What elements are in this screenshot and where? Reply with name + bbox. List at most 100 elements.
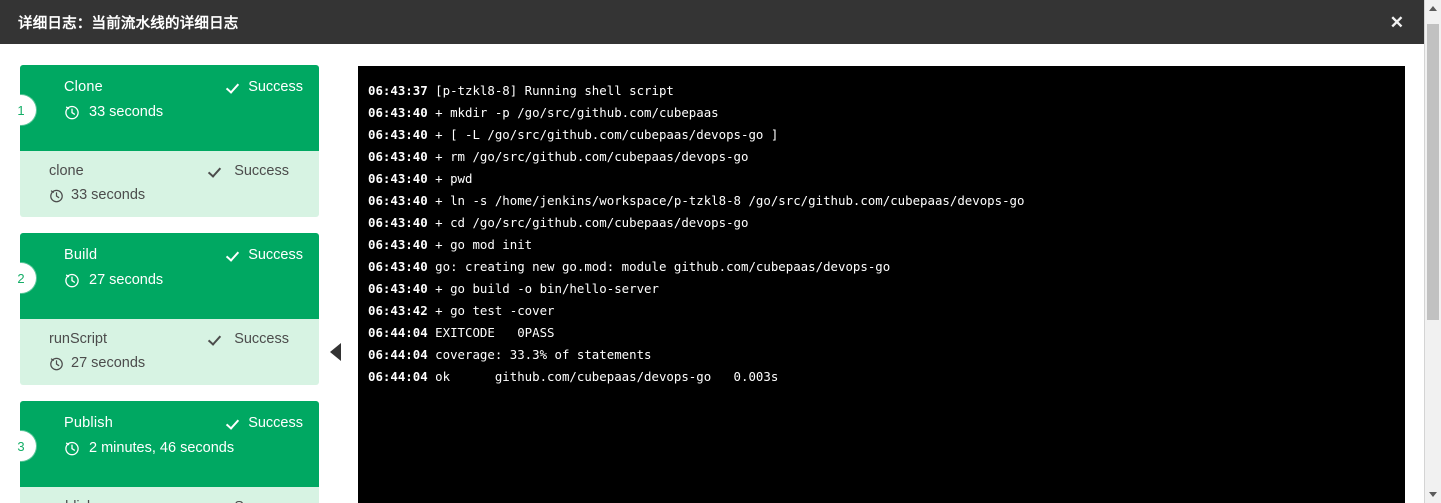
substep-status-badge: Success [210,499,303,503]
substep-top: clone Success [49,163,303,179]
stage-name: Clone [64,79,103,95]
log-line: 06:43:40 + ln -s /home/jenkins/workspace… [368,190,1405,212]
log-message: coverage: 33.3% of statements [435,347,652,362]
log-message: ok github.com/cubepaas/devops-go 0.003s [435,369,779,384]
stage-name: Build [64,247,98,263]
check-icon [228,417,241,430]
log-message: + rm /go/src/github.com/cubepaas/devops-… [435,149,749,164]
stage-status-badge: Success [228,79,303,95]
log-timestamp: 06:43:40 [368,215,428,230]
clock-icon [65,273,79,288]
stage-header-top: Build Success [36,247,303,263]
stage-duration-row: 2 minutes, 46 seconds [36,440,303,456]
scroll-up-arrow-icon[interactable] [1425,0,1441,17]
log-timestamp: 06:43:42 [368,303,428,318]
log-timestamp: 06:43:40 [368,149,428,164]
modal-body: 1 Clone Success 33 seconds clone Success 33 se… [0,44,1424,503]
log-message: [p-tzkl8-8] Running shell script [435,83,674,98]
substep-status-text: Success [234,499,289,503]
log-line: 06:43:42 + go test -cover [368,300,1405,322]
stage-card[interactable]: 2 Build Success 27 seconds runScript Success 2… [6,233,341,385]
substep-name: clone [49,163,84,179]
stage-number-badge: 3 [6,431,36,461]
log-message: EXITCODE 0PASS [435,325,555,340]
clock-icon [50,189,63,202]
stage-header[interactable]: 2 Build Success 27 seconds [6,233,319,319]
log-timestamp: 06:44:04 [368,369,428,384]
stage-status-badge: Success [228,247,303,263]
log-message: + ln -s /home/jenkins/workspace/p-tzkl8-… [435,193,1025,208]
clock-icon [50,357,63,370]
log-line: 06:43:40 + [ -L /go/src/github.com/cubep… [368,124,1405,146]
modal-header: 详细日志：当前流水线的详细日志 ✕ [0,0,1424,44]
substep-duration-text: 33 seconds [71,187,146,203]
log-message: + go test -cover [435,303,555,318]
check-icon [210,333,223,346]
left-triangle-pointer-icon [330,343,341,361]
stage-duration-text: 2 minutes, 46 seconds [89,440,235,456]
substep-status-badge: Success [210,331,303,347]
log-timestamp: 06:43:40 [368,281,428,296]
stage-status-badge: Success [228,415,303,431]
substep-name: publish [49,499,95,503]
stage-duration-row: 27 seconds [36,272,303,288]
stage-name: Publish [64,415,113,431]
clock-icon [65,441,79,456]
log-message: + go mod init [435,237,533,252]
log-timestamp: 06:44:04 [368,325,428,340]
pipeline-stage-list: 1 Clone Success 33 seconds clone Success 33 se… [6,65,341,503]
stage-duration-row: 33 seconds [36,104,303,120]
log-timestamp: 06:43:40 [368,237,428,252]
log-line: 06:43:40 + cd /go/src/github.com/cubepaa… [368,212,1405,234]
log-message: + pwd [435,171,473,186]
stage-number-badge: 2 [6,263,36,293]
scroll-down-arrow-icon[interactable] [1425,486,1441,503]
log-line: 06:44:04 EXITCODE 0PASS [368,322,1405,344]
substep-duration-row: 27 seconds [49,355,303,371]
log-line: 06:43:40 + go build -o bin/hello-server [368,278,1405,300]
stage-header[interactable]: 3 Publish Success 2 minutes, 46 seconds [6,401,319,487]
substep-row[interactable]: clone Success 33 seconds [20,151,319,217]
substep-status-text: Success [234,163,289,179]
stage-status-text: Success [248,247,303,263]
log-line: 06:43:37 [p-tzkl8-8] Running shell scrip… [368,80,1405,102]
stage-card[interactable]: 3 Publish Success 2 minutes, 46 seconds publ… [6,401,319,503]
substep-top: publish Success [49,499,303,503]
log-line: 06:44:04 coverage: 33.3% of statements [368,344,1405,366]
log-line: 06:43:40 + go mod init [368,234,1405,256]
log-line: 06:43:40 + mkdir -p /go/src/github.com/c… [368,102,1405,124]
close-icon[interactable]: ✕ [1384,10,1410,35]
log-message: + [ -L /go/src/github.com/cubepaas/devop… [435,127,779,142]
substep-duration-text: 27 seconds [71,355,146,371]
stage-status-text: Success [248,415,303,431]
log-line: 06:43:40 + rm /go/src/github.com/cubepaa… [368,146,1405,168]
log-message: + mkdir -p /go/src/github.com/cubepaas [435,105,719,120]
stage-duration-text: 27 seconds [89,272,164,288]
substep-row[interactable]: runScript Success 27 seconds [20,319,341,385]
log-console[interactable]: 06:43:37 [p-tzkl8-8] Running shell scrip… [358,66,1405,503]
log-timestamp: 06:43:40 [368,259,428,274]
check-icon [228,249,241,262]
log-timestamp: 06:43:40 [368,105,428,120]
log-line: 06:43:40 + pwd [368,168,1405,190]
stage-header[interactable]: 1 Clone Success 33 seconds [6,65,319,151]
page-title: 详细日志：当前流水线的详细日志 [18,15,239,32]
log-message: go: creating new go.mod: module github.c… [435,259,891,274]
substep-status-badge: Success [210,163,303,179]
log-message: + go build -o bin/hello-server [435,281,659,296]
substep-row[interactable]: publish Success [20,487,319,503]
log-line: 06:43:40 go: creating new go.mod: module… [368,256,1405,278]
substep-top: runScript Success [49,331,303,347]
stage-header-top: Publish Success [36,415,303,431]
check-icon [228,81,241,94]
stage-duration-text: 33 seconds [89,104,164,120]
scrollbar-thumb[interactable] [1427,24,1439,320]
log-timestamp: 06:43:37 [368,83,428,98]
page-scrollbar[interactable] [1424,0,1441,503]
log-message: + cd /go/src/github.com/cubepaas/devops-… [435,215,749,230]
detail-log-modal: 详细日志：当前流水线的详细日志 ✕ 1 Clone Success 33 second… [0,0,1441,503]
stage-card[interactable]: 1 Clone Success 33 seconds clone Success 33 se… [6,65,319,217]
stage-number-badge: 1 [6,95,36,125]
substep-name: runScript [49,331,108,347]
stage-header-top: Clone Success [36,79,303,95]
